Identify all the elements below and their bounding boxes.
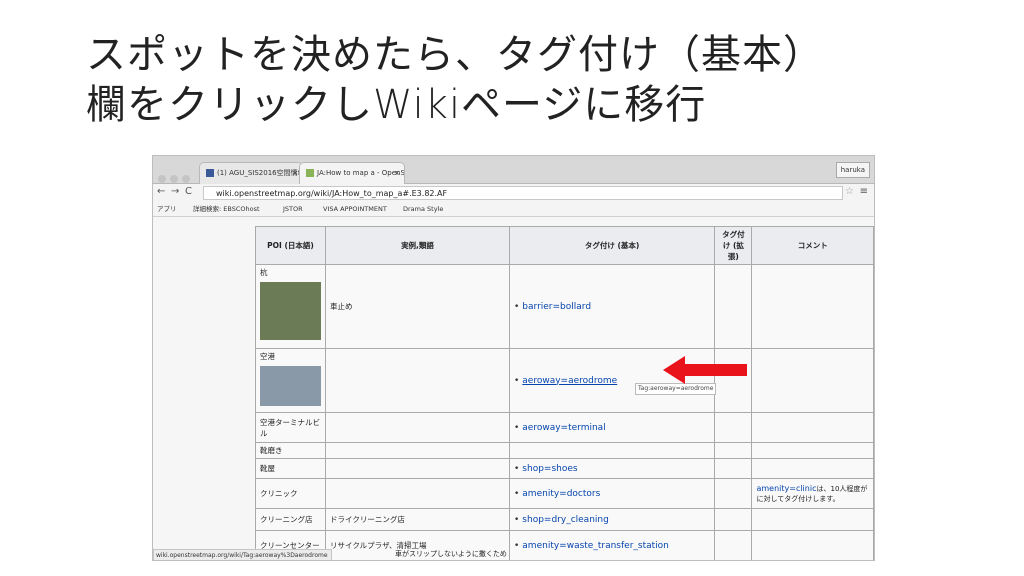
header-tag-basic: タグ付け (基本) bbox=[508, 226, 716, 265]
example-cell: 車止め bbox=[325, 264, 510, 349]
table-row: 空港ターミナルビル • aeroway=terminal bbox=[255, 412, 874, 443]
slide-title-line1: スポットを決めたら、タグ付け（基本） bbox=[86, 32, 824, 78]
tag-link[interactable]: amenity=waste_transfer_station bbox=[522, 541, 669, 551]
bookmark-apps[interactable]: アプリ bbox=[157, 202, 177, 216]
status-url: wiki.openstreetmap.org/wiki/Tag:aeroway%… bbox=[153, 549, 332, 560]
wiki-page: POI (日本語) 実例,類語 タグ付け (基本) タグ付け (拡張) コメント… bbox=[153, 217, 874, 560]
reload-icon[interactable]: C bbox=[185, 186, 192, 197]
header-poi: POI (日本語) bbox=[255, 226, 326, 265]
cut-off-text: 車がスリップしないように撒くため bbox=[395, 550, 507, 558]
tab-label: (1) AGU_SIS2016空間情報 bbox=[217, 169, 303, 177]
tag-link[interactable]: barrier=bollard bbox=[522, 302, 591, 312]
bookmark-jstor[interactable]: JSTOR bbox=[283, 202, 303, 216]
bookmarks-bar: アプリ 詳細検索: EBSCOhost JSTOR VISA APPOINTME… bbox=[153, 202, 874, 217]
toolbar: ← → C wiki.openstreetmap.org/wiki/JA:How… bbox=[153, 184, 874, 202]
tag-link[interactable]: shop=shoes bbox=[522, 464, 577, 474]
back-icon[interactable]: ← bbox=[157, 186, 165, 197]
bookmark-star-icon[interactable]: ☆ bbox=[845, 186, 854, 197]
poi-name: 靴屋 bbox=[255, 458, 326, 479]
poi-name: クリーニング店 bbox=[255, 508, 326, 531]
menu-icon[interactable]: ≡ bbox=[860, 186, 868, 197]
header-example: 実例,類語 bbox=[325, 226, 510, 265]
table-row: クリニック • amenity=doctors amenity=clinicは、1… bbox=[255, 478, 874, 509]
slide-title-line2: 欄をクリックしWikiページに移行 bbox=[86, 82, 707, 128]
table-row: クリーニング店 ドライクリーニング店 • shop=dry_cleaning bbox=[255, 508, 874, 531]
bollard-photo[interactable] bbox=[260, 282, 321, 340]
airport-photo[interactable] bbox=[260, 366, 321, 406]
header-tag-ext: タグ付け (拡張) bbox=[714, 226, 753, 265]
table-row: 杭 車止め • barrier=bollard bbox=[255, 264, 874, 349]
close-icon[interactable]: × bbox=[394, 163, 400, 184]
slide-title: スポットを決めたら、タグ付け（基本） 欄をクリックしWikiページに移行 bbox=[86, 30, 986, 130]
close-dot[interactable] bbox=[158, 175, 166, 183]
browser-screenshot: (1) AGU_SIS2016空間情報 × JA:How to map a - O… bbox=[152, 155, 875, 561]
tab-agu[interactable]: (1) AGU_SIS2016空間情報 × bbox=[199, 162, 303, 184]
poi-name: クリニック bbox=[255, 478, 326, 509]
tag-link[interactable]: aeroway=terminal bbox=[522, 423, 605, 433]
tag-link-aerodrome[interactable]: aeroway=aerodrome bbox=[522, 376, 617, 386]
table-row: 靴屋 • shop=shoes bbox=[255, 458, 874, 479]
example-cell: ドライクリーニング店 bbox=[325, 508, 510, 531]
link-tooltip: Tag:aeroway=aerodrome bbox=[635, 383, 717, 395]
red-arrow-icon bbox=[663, 356, 747, 384]
bookmark-drama[interactable]: Drama Style bbox=[403, 202, 443, 216]
table-header-row: POI (日本語) 実例,類語 タグ付け (基本) タグ付け (拡張) コメント bbox=[255, 226, 874, 265]
close-icon[interactable]: × bbox=[292, 163, 298, 184]
tab-osm-wiki[interactable]: JA:How to map a - OpenS × bbox=[299, 162, 405, 184]
table-row: 靴磨き bbox=[255, 442, 874, 459]
tag-link[interactable]: amenity=doctors bbox=[522, 489, 600, 499]
poi-name: 空港 bbox=[260, 352, 275, 361]
forward-icon[interactable]: → bbox=[171, 186, 179, 197]
header-comment: コメント bbox=[751, 226, 874, 265]
poi-table: POI (日本語) 実例,類語 タグ付け (基本) タグ付け (拡張) コメント… bbox=[255, 226, 874, 560]
poi-name: 空港ターミナルビル bbox=[255, 412, 326, 443]
bookmark-visa[interactable]: VISA APPOINTMENT bbox=[323, 202, 387, 216]
tab-bar: (1) AGU_SIS2016空間情報 × JA:How to map a - O… bbox=[153, 156, 874, 184]
facebook-icon bbox=[206, 169, 214, 177]
poi-name: 靴磨き bbox=[255, 442, 326, 459]
zoom-dot[interactable] bbox=[182, 175, 190, 183]
bookmark-ebsco[interactable]: 詳細検索: EBSCOhost bbox=[193, 202, 260, 216]
poi-name: 杭 bbox=[260, 268, 268, 277]
table-row: 空港 • aeroway=aerodrome bbox=[255, 348, 874, 413]
tag-link[interactable]: shop=dry_cleaning bbox=[522, 515, 609, 525]
profile-button[interactable]: haruka bbox=[835, 162, 870, 178]
comment-link[interactable]: amenity=clinic bbox=[756, 484, 816, 493]
table-row: クリーンセンター リサイクルプラザ、清掃工場 • amenity=waste_tr… bbox=[255, 530, 874, 560]
minimize-dot[interactable] bbox=[170, 175, 178, 183]
address-bar[interactable]: wiki.openstreetmap.org/wiki/JA:How_to_ma… bbox=[203, 186, 843, 200]
wiki-icon bbox=[306, 169, 314, 177]
arrow-shape bbox=[663, 356, 747, 384]
tab-label: JA:How to map a - OpenS bbox=[317, 169, 405, 177]
